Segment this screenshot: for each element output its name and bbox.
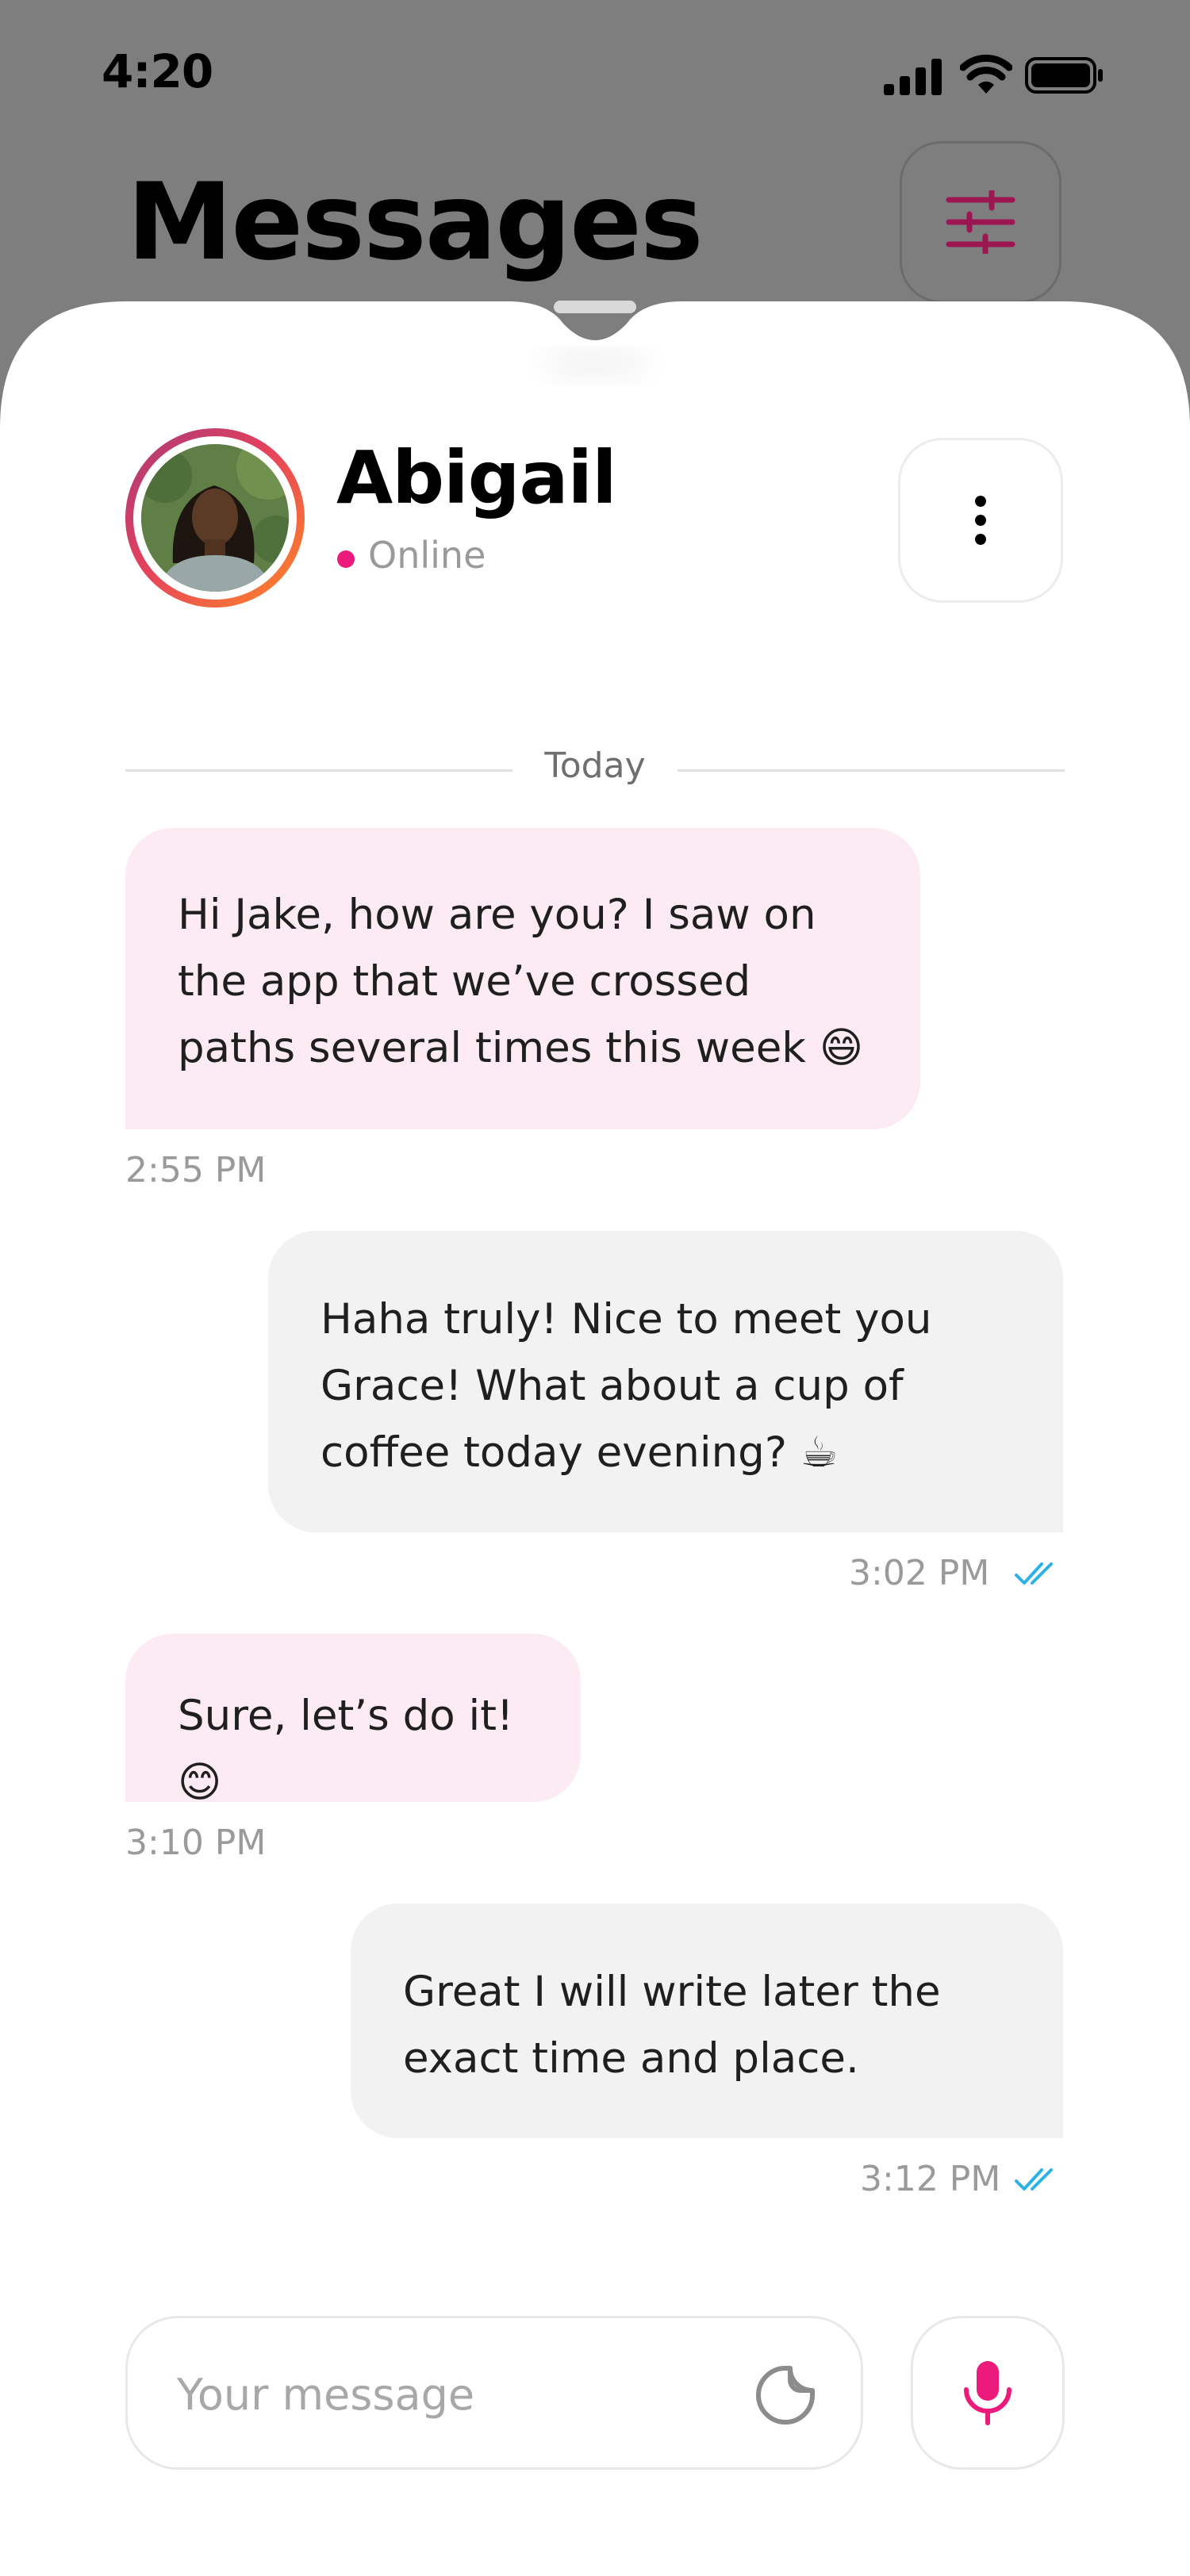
message-text: Great I will write later the exact time … (403, 1968, 941, 2083)
message-time: 3:12 PM (860, 2159, 1001, 2199)
message-time: 3:02 PM (849, 1553, 990, 1593)
cellular-signal-icon (884, 59, 942, 95)
message-input[interactable] (175, 2350, 718, 2439)
incoming-message-bubble[interactable]: Hi Jake, how are you? I saw on the app t… (125, 828, 920, 1129)
message-time: 2:55 PM (125, 1150, 267, 1190)
wifi-icon (960, 54, 1012, 94)
message-time: 3:10 PM (125, 1823, 267, 1863)
sticker-button[interactable] (754, 2364, 816, 2429)
online-status-dot (337, 550, 355, 568)
message-text: Sure, let’s do it! 😊 (178, 1692, 514, 1802)
divider-line-left (125, 769, 512, 772)
incoming-message-bubble[interactable]: Sure, let’s do it! 😊 (125, 1634, 581, 1802)
outgoing-message-bubble[interactable]: Haha truly! Nice to meet you Grace! What… (268, 1231, 1063, 1532)
vertical-dots-icon (975, 496, 986, 545)
avatar-photo (141, 444, 289, 592)
message-text: Haha truly! Nice to meet you Grace! What… (321, 1295, 932, 1477)
battery-icon (1025, 57, 1103, 94)
avatar[interactable] (125, 428, 305, 608)
sliders-icon (946, 190, 1015, 254)
date-divider-label: Today (544, 746, 646, 786)
double-check-icon (1015, 2168, 1053, 2191)
status-time: 4:20 (102, 44, 213, 98)
voice-message-button[interactable] (911, 2316, 1065, 2470)
sheet-handle[interactable] (554, 301, 636, 313)
sticker-icon (756, 2366, 815, 2425)
message-text: Hi Jake, how are you? I saw on the app t… (178, 891, 864, 1072)
outgoing-message-bubble[interactable]: Great I will write later the exact time … (351, 1903, 1063, 2138)
contact-name: Abigail (336, 435, 617, 520)
more-options-button[interactable] (898, 438, 1063, 603)
message-composer (125, 2316, 863, 2470)
double-check-icon (1015, 1562, 1053, 1585)
divider-line-right (678, 769, 1065, 772)
filter-button[interactable] (900, 141, 1061, 303)
online-status-label: Online (368, 534, 486, 577)
microphone-icon (964, 2361, 1012, 2425)
page-title: Messages (127, 160, 704, 284)
